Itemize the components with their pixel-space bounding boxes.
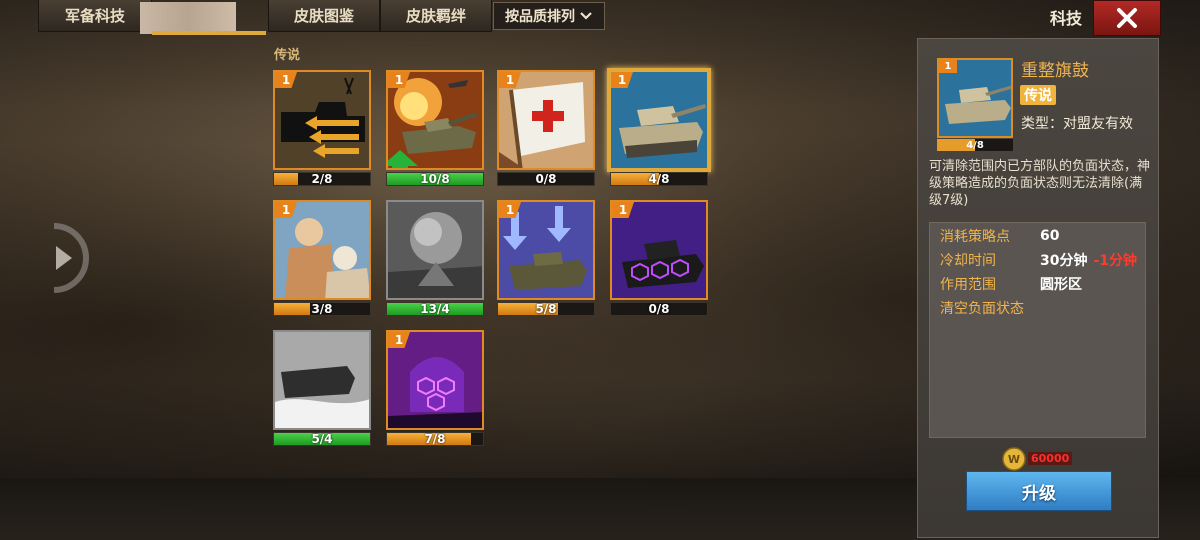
skill-card[interactable]: 1 xyxy=(610,200,708,300)
stat-row: 消耗策略点 60 xyxy=(940,226,1059,246)
progress-bar: 13/4 xyxy=(386,302,484,316)
progress-text: 4/8 xyxy=(648,172,670,186)
progress-text: 3/8 xyxy=(311,302,333,316)
progress-bar: 10/8 xyxy=(386,172,484,186)
skill-card[interactable] xyxy=(273,330,371,430)
progress-bar: 5/4 xyxy=(273,432,371,446)
skill-card[interactable]: 1 xyxy=(386,330,484,430)
snow-tank-icon xyxy=(275,332,369,428)
skill-card[interactable]: 1 xyxy=(273,200,371,300)
progress-bar: 0/8 xyxy=(610,302,708,316)
blurred-tab xyxy=(140,2,236,34)
skill-card[interactable] xyxy=(386,200,484,300)
progress-text: 7/8 xyxy=(424,432,446,446)
close-icon xyxy=(1117,8,1137,28)
stat-bonus: -1分钟 xyxy=(1093,253,1138,269)
progress-text: 0/8 xyxy=(648,302,670,316)
active-tab-indicator xyxy=(152,31,266,35)
level-badge: 1 xyxy=(939,60,957,73)
quality-badge: 传说 xyxy=(1020,85,1056,105)
progress-bar: 0/8 xyxy=(497,172,595,186)
stat-value: 圆形区 xyxy=(1040,277,1082,293)
progress-bar: 3/8 xyxy=(273,302,371,316)
play-arrow-icon xyxy=(53,223,89,293)
explosion-icon xyxy=(388,202,482,298)
stat-label: 清空负面状态 xyxy=(940,301,1024,317)
tab-label: 军备科技 xyxy=(65,7,126,25)
coin-icon: W xyxy=(1002,447,1026,471)
stat-label: 作用范围 xyxy=(940,277,996,293)
tab-skin-bond[interactable]: 皮肤羁绊 xyxy=(380,0,492,32)
skill-card-selected[interactable]: 1 xyxy=(607,68,711,172)
progress-text: 0/8 xyxy=(535,172,557,186)
stat-row: 冷却时间 30分钟 -1分钟 xyxy=(940,250,1137,270)
stat-row: 作用范围 圆形区 xyxy=(940,274,1082,294)
progress-text: 13/4 xyxy=(420,302,450,316)
tab-skin-gallery[interactable]: 皮肤图鉴 xyxy=(268,0,380,32)
tab-label: 皮肤羁绊 xyxy=(405,7,466,25)
sort-label: 按品质排列 xyxy=(505,9,575,25)
stat-value: 60 xyxy=(1040,228,1060,244)
upgrade-cost: 60000 xyxy=(1028,452,1073,465)
upgrade-arrow-icon xyxy=(388,150,418,168)
detail-progress-bar: 4/8 xyxy=(937,139,1013,151)
skill-type: 类型：对盟友有效 xyxy=(1021,116,1133,132)
progress-text: 10/8 xyxy=(420,172,450,186)
detail-progress-text: 4/8 xyxy=(966,139,984,151)
top-tab-bar: 军备科技 皮肤图鉴 皮肤羁绊 按品质排列 科技 xyxy=(0,0,1200,36)
progress-text: 2/8 xyxy=(311,172,333,186)
progress-bar: 7/8 xyxy=(386,432,484,446)
progress-text: 5/8 xyxy=(535,302,557,316)
upgrade-button[interactable]: 升级 xyxy=(966,471,1112,511)
progress-bar: 2/8 xyxy=(273,172,371,186)
svg-text:W: W xyxy=(1008,453,1020,466)
stat-row: 清空负面状态 xyxy=(940,298,1024,318)
stat-value: 30分钟 xyxy=(1040,253,1088,269)
collapse-arrow-button[interactable] xyxy=(46,222,94,294)
progress-bar: 4/8 xyxy=(610,172,708,186)
sort-dropdown[interactable]: 按品质排列 xyxy=(493,2,605,30)
tab-military-tech[interactable]: 军备科技 xyxy=(38,0,152,32)
skill-card[interactable]: 1 xyxy=(497,70,595,170)
skill-card[interactable]: 1 xyxy=(273,70,371,170)
stat-label: 消耗策略点 xyxy=(940,229,1010,245)
skill-description: 可清除范围内已方部队的负面状态，神级策略造成的负面状态则无法清除(满级7级) xyxy=(929,159,1151,208)
progress-text: 5/4 xyxy=(311,432,333,446)
skill-card[interactable]: 1 xyxy=(497,200,595,300)
detail-skill-icon: 1 xyxy=(937,58,1013,138)
stat-label: 冷却时间 xyxy=(940,253,996,269)
progress-bar: 5/8 xyxy=(497,302,595,316)
page-title: 科技 xyxy=(1049,9,1082,28)
section-title: 传说 xyxy=(274,48,301,63)
skill-card[interactable]: 1 xyxy=(386,70,484,170)
chevron-down-icon xyxy=(580,12,592,20)
tab-label: 皮肤图鉴 xyxy=(293,7,354,25)
close-button[interactable] xyxy=(1093,0,1161,36)
skill-name: 重整旗鼓 xyxy=(1021,61,1089,81)
